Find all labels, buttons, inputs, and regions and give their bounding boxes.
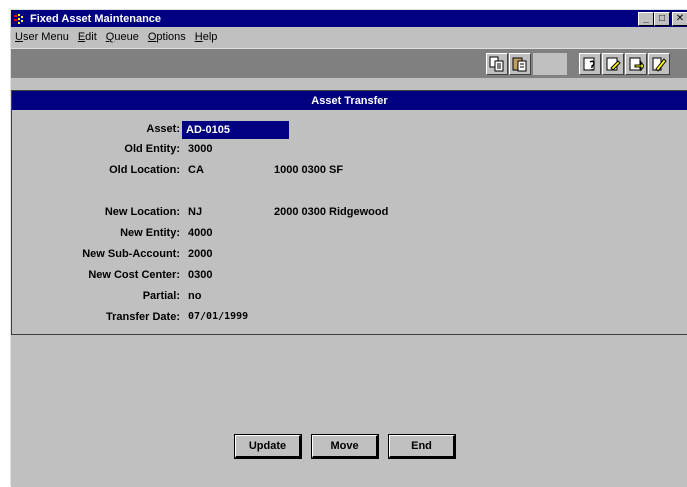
action-area: Update Move End — [11, 336, 687, 487]
menu-user-menu[interactable]: User Menu — [15, 31, 69, 43]
new-cost-center-label: New Cost Center: — [88, 269, 180, 281]
maximize-button[interactable]: □ — [654, 11, 670, 26]
old-entity-value: 3000 — [188, 143, 213, 155]
new-entity-label: New Entity: — [120, 227, 180, 239]
partial-label: Partial: — [142, 290, 180, 302]
field-new-sub-account: New Sub-Account: 2000 — [12, 247, 672, 263]
new-cost-center-input[interactable]: 0300 — [188, 269, 212, 281]
asset-input[interactable]: AD-0105 — [182, 121, 289, 139]
field-new-entity: New Entity: 4000 — [12, 226, 672, 242]
query-button[interactable] — [579, 53, 601, 75]
close-button[interactable]: ✕ — [672, 11, 687, 26]
new-entity-input[interactable]: 4000 — [188, 227, 212, 239]
minimize-button[interactable]: _ — [638, 11, 654, 26]
old-location-detail: 1000 0300 SF — [274, 164, 344, 176]
field-old-entity: Old Entity: 3000 — [12, 142, 672, 158]
old-location-value: CA — [188, 164, 204, 176]
menu-options[interactable]: Options — [148, 31, 186, 43]
minimize-icon: _ — [643, 12, 649, 24]
edit-record-icon — [606, 57, 621, 71]
transfer-date-input[interactable]: 07/01/1999 — [188, 311, 248, 322]
title-bar[interactable]: Fixed Asset Maintenance _ □ ✕ — [11, 10, 687, 27]
maximize-icon: □ — [658, 12, 666, 24]
exit-icon — [652, 57, 667, 72]
new-location-label: New Location: — [104, 206, 180, 218]
exit-button[interactable] — [648, 53, 670, 75]
menu-help[interactable]: Help — [195, 31, 218, 43]
paste-button[interactable] — [509, 53, 531, 75]
app-window: Fixed Asset Maintenance _ □ ✕ User Menu … — [10, 9, 687, 487]
copy-icon — [489, 56, 504, 72]
panel-header: Asset Transfer — [12, 91, 687, 110]
end-button[interactable]: End — [388, 434, 456, 459]
move-button[interactable]: Move — [311, 434, 379, 459]
paste-icon — [512, 57, 527, 72]
new-location-input[interactable]: NJ — [188, 206, 202, 218]
field-old-location: Old Location: CA 1000 0300 SF — [12, 163, 672, 179]
save-record-icon — [629, 57, 644, 72]
partial-input[interactable]: no — [188, 290, 201, 302]
window-title: Fixed Asset Maintenance — [30, 12, 162, 25]
field-new-cost-center: New Cost Center: 0300 — [12, 268, 672, 284]
field-new-location: New Location: NJ 2000 0300 Ridgewood — [12, 205, 672, 221]
field-asset: Asset: AD-0105 — [12, 121, 672, 139]
menu-bar: User Menu Edit Queue Options Help — [11, 27, 687, 47]
app-icon — [13, 13, 27, 25]
edit-record-button[interactable] — [602, 53, 624, 75]
copy-button[interactable] — [486, 53, 508, 75]
menu-queue[interactable]: Queue — [106, 31, 139, 43]
transfer-date-label: Transfer Date: — [106, 311, 180, 323]
new-sub-account-input[interactable]: 2000 — [188, 248, 212, 260]
toolbar — [11, 48, 687, 78]
asset-label: Asset: — [146, 123, 180, 135]
new-sub-account-label: New Sub-Account: — [82, 248, 180, 260]
save-record-button[interactable] — [625, 53, 647, 75]
old-location-label: Old Location: — [109, 164, 180, 176]
field-transfer-date: Transfer Date: 07/01/1999 — [12, 310, 672, 326]
update-button[interactable]: Update — [234, 434, 302, 459]
toolbar-separator — [11, 78, 687, 90]
asset-transfer-panel: Asset Transfer Asset: AD-0105 Old Entity… — [11, 90, 687, 335]
toolbar-spacer — [533, 53, 567, 75]
old-entity-label: Old Entity: — [124, 143, 180, 155]
field-partial: Partial: no — [12, 289, 672, 305]
close-icon: ✕ — [675, 12, 685, 24]
new-location-detail: 2000 0300 Ridgewood — [274, 206, 389, 218]
menu-edit[interactable]: Edit — [78, 31, 97, 43]
query-icon — [583, 57, 595, 71]
